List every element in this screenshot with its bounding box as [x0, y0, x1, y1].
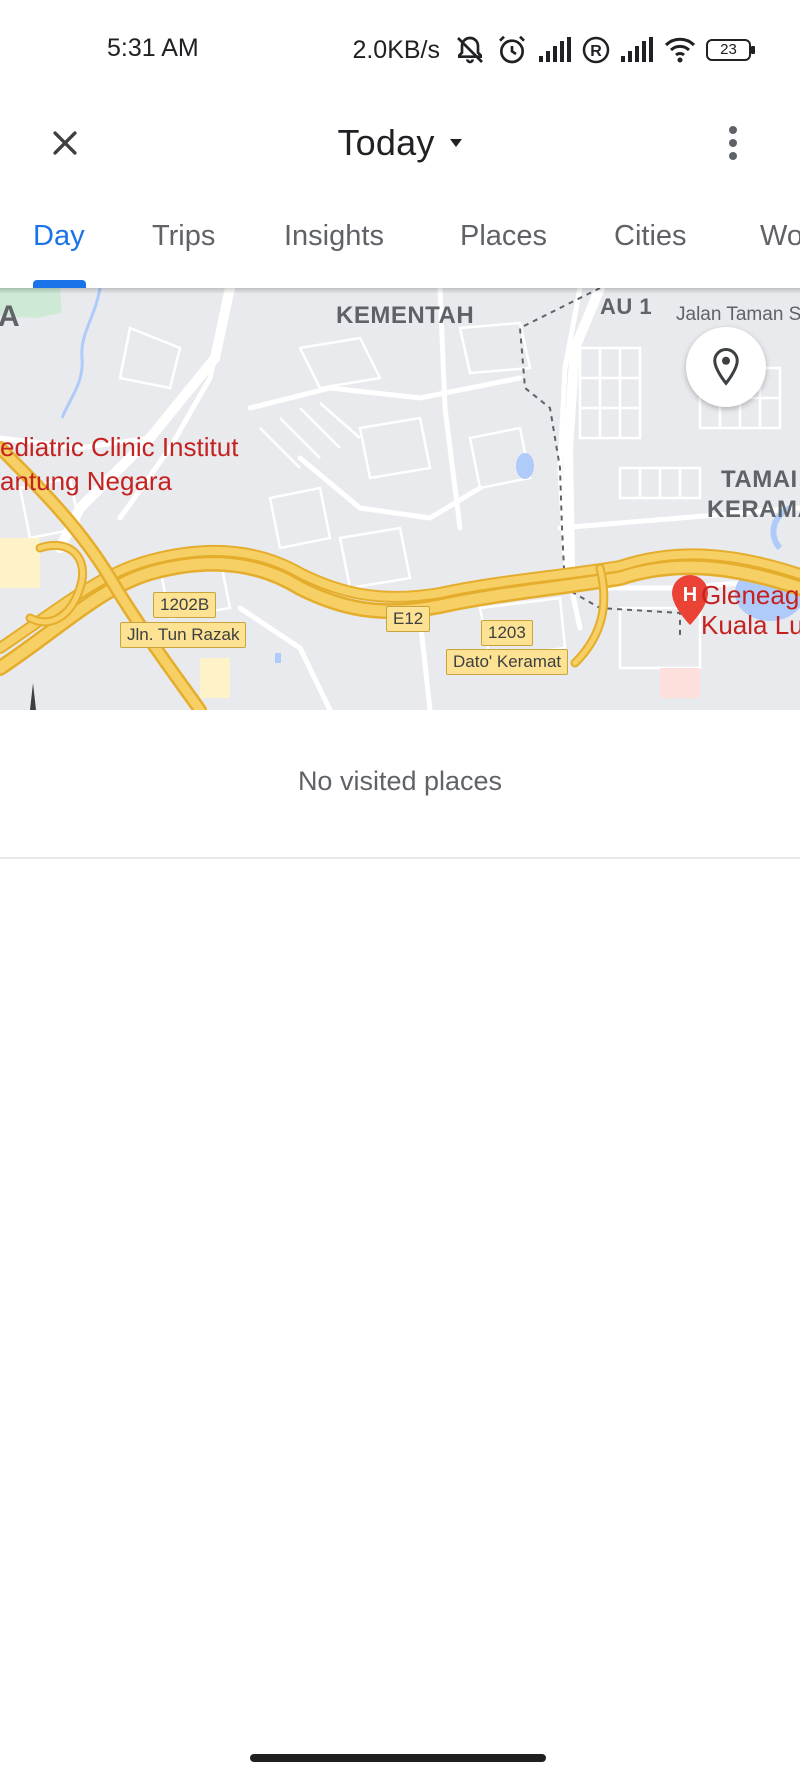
active-tab-indicator [33, 280, 86, 288]
map-label-clinic-line1: ediatric Clinic Institut [0, 432, 239, 462]
map-label-kementah: KEMENTAH [336, 302, 475, 329]
timeline-screen: 5:31 AM 2.0KB/s R 23 Today Day Trips Ins… [0, 0, 800, 1777]
more-options-button[interactable] [702, 112, 764, 174]
tab-bar: Day Trips Insights Places Cities Wo [0, 210, 800, 288]
more-vertical-icon [729, 126, 737, 160]
map-label-district-a: A [0, 300, 21, 333]
map-label-hospital-line2: Kuala Lu [701, 610, 800, 640]
map-top-shadow [0, 288, 800, 294]
svg-text:R: R [590, 43, 602, 60]
road-label-tun-razak: Jln. Tun Razak [120, 622, 247, 648]
empty-state-message: No visited places [297, 766, 503, 796]
network-speed: 2.0KB/s [352, 35, 440, 64]
bell-off-icon [454, 34, 486, 66]
tab-world[interactable]: Wo [760, 220, 800, 288]
map-label-jalan-taman: Jalan Taman S [676, 304, 800, 325]
status-icons: 2.0KB/s R 23 [352, 30, 756, 70]
map-view[interactable]: H A KEMENTAH AU 1 Jalan Taman S ediatric… [0, 288, 800, 710]
page-title: Today [337, 122, 435, 163]
divider [0, 857, 800, 859]
location-pin-icon [713, 347, 739, 386]
road-shield-1203: 1203 [481, 620, 533, 646]
signal-icon [620, 36, 654, 64]
road-shield-e12: E12 [386, 606, 431, 632]
svg-text:H: H [683, 584, 697, 606]
map-label-taman-line1: TAMAI [721, 466, 798, 493]
tab-insights[interactable]: Insights [284, 220, 384, 288]
map-label-clinic-line2: antung Negara [0, 466, 173, 496]
caret-down-icon [449, 138, 463, 148]
roaming-r-icon: R [582, 36, 610, 64]
tab-cities[interactable]: Cities [614, 220, 687, 288]
tab-day[interactable]: Day [33, 220, 85, 288]
signal-icon [538, 36, 572, 64]
tab-places[interactable]: Places [460, 220, 547, 288]
status-bar: 5:31 AM 2.0KB/s R 23 [0, 0, 800, 100]
tab-trips[interactable]: Trips [152, 220, 215, 288]
road-label-dato-keramat: Dato' Keramat [446, 649, 569, 675]
battery-icon: 23 [706, 38, 756, 62]
home-indicator[interactable] [250, 1754, 546, 1762]
date-selector[interactable]: Today [0, 112, 800, 174]
status-time: 5:31 AM [107, 34, 199, 62]
map-location-button[interactable] [686, 327, 766, 407]
map-label-taman-line2: KERAMA [707, 496, 800, 523]
alarm-icon [496, 34, 528, 66]
map-label-hospital-line1: Gleneag [701, 580, 800, 610]
battery-level: 23 [720, 41, 737, 58]
map-label-au1: AU 1 [600, 294, 653, 319]
wifi-icon [664, 36, 696, 64]
road-shield-1202b: 1202B [153, 592, 217, 618]
